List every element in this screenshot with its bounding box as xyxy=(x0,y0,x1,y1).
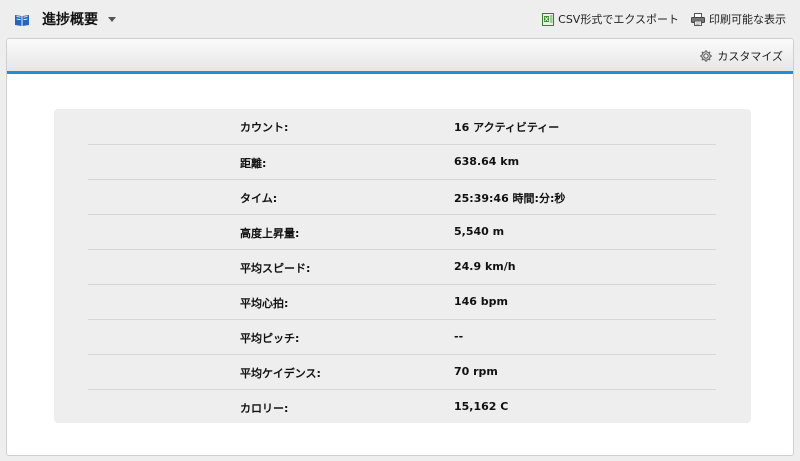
stat-label: カロリー: xyxy=(240,402,289,415)
stat-row-elevation: 高度上昇量: 5,540 m xyxy=(88,214,716,249)
stat-label: 高度上昇量: xyxy=(240,227,300,240)
title-area[interactable]: 進捗概要 xyxy=(14,9,116,29)
stat-label: 平均スピード: xyxy=(240,262,311,275)
stat-label: カウント: xyxy=(240,121,289,134)
panel-header: カスタマイズ xyxy=(7,39,793,74)
stat-value: 5,540 m xyxy=(454,225,505,238)
stat-row-avg-heart-rate: 平均心拍: 146 bpm xyxy=(88,284,716,319)
book-icon xyxy=(14,12,30,26)
stat-value: 146 bpm xyxy=(454,295,509,308)
stat-value: 24.9 km/h xyxy=(454,260,516,273)
stat-label: 距離: xyxy=(240,157,267,170)
stat-row-distance: 距離: 638.64 km xyxy=(88,144,716,179)
stat-value: 25:39:46 時間:分:秒 xyxy=(454,192,566,205)
stat-row-avg-cadence: 平均ケイデンス: 70 rpm xyxy=(88,354,716,389)
export-csv-link[interactable]: CSV形式でエクスポート xyxy=(542,11,679,27)
stat-label: 平均ピッチ: xyxy=(240,332,300,345)
stat-label: 平均心拍: xyxy=(240,297,289,310)
spreadsheet-icon xyxy=(542,12,555,26)
stat-row-avg-speed: 平均スピード: 24.9 km/h xyxy=(88,249,716,284)
printer-icon xyxy=(691,12,705,26)
stat-row-count: カウント: 16 アクティビティー xyxy=(88,109,716,144)
customize-label: カスタマイズ xyxy=(717,50,783,63)
stat-value: 16 アクティビティー xyxy=(454,121,560,134)
print-view-label: 印刷可能な表示 xyxy=(709,13,786,26)
stat-row-time: タイム: 25:39:46 時間:分:秒 xyxy=(88,179,716,214)
stat-label: 平均ケイデンス: xyxy=(240,367,321,380)
header-actions: CSV形式でエクスポート 印刷可能な表示 xyxy=(542,10,786,28)
page-title: 進捗概要 xyxy=(42,12,98,28)
export-csv-label: CSV形式でエクスポート xyxy=(558,13,679,26)
stats-table: カウント: 16 アクティビティー 距離: 638.64 km タイム: 25:… xyxy=(54,109,751,423)
stat-value: 638.64 km xyxy=(454,155,520,168)
top-bar: 進捗概要 CSV形式でエクスポート 印刷可能な表示 xyxy=(0,0,800,38)
stat-row-calories: カロリー: 15,162 C xyxy=(88,389,716,424)
print-view-link[interactable]: 印刷可能な表示 xyxy=(691,11,786,27)
summary-panel: カスタマイズ カウント: 16 アクティビティー 距離: 638.64 km タ… xyxy=(6,38,794,456)
caret-down-icon[interactable] xyxy=(108,16,116,22)
customize-button[interactable]: カスタマイズ xyxy=(699,48,783,64)
stat-value: 15,162 C xyxy=(454,400,509,413)
gear-icon xyxy=(700,50,713,62)
stat-value: 70 rpm xyxy=(454,365,498,378)
stat-row-avg-pitch: 平均ピッチ: -- xyxy=(88,319,716,354)
stat-label: タイム: xyxy=(240,192,278,205)
stat-value: -- xyxy=(454,330,464,343)
